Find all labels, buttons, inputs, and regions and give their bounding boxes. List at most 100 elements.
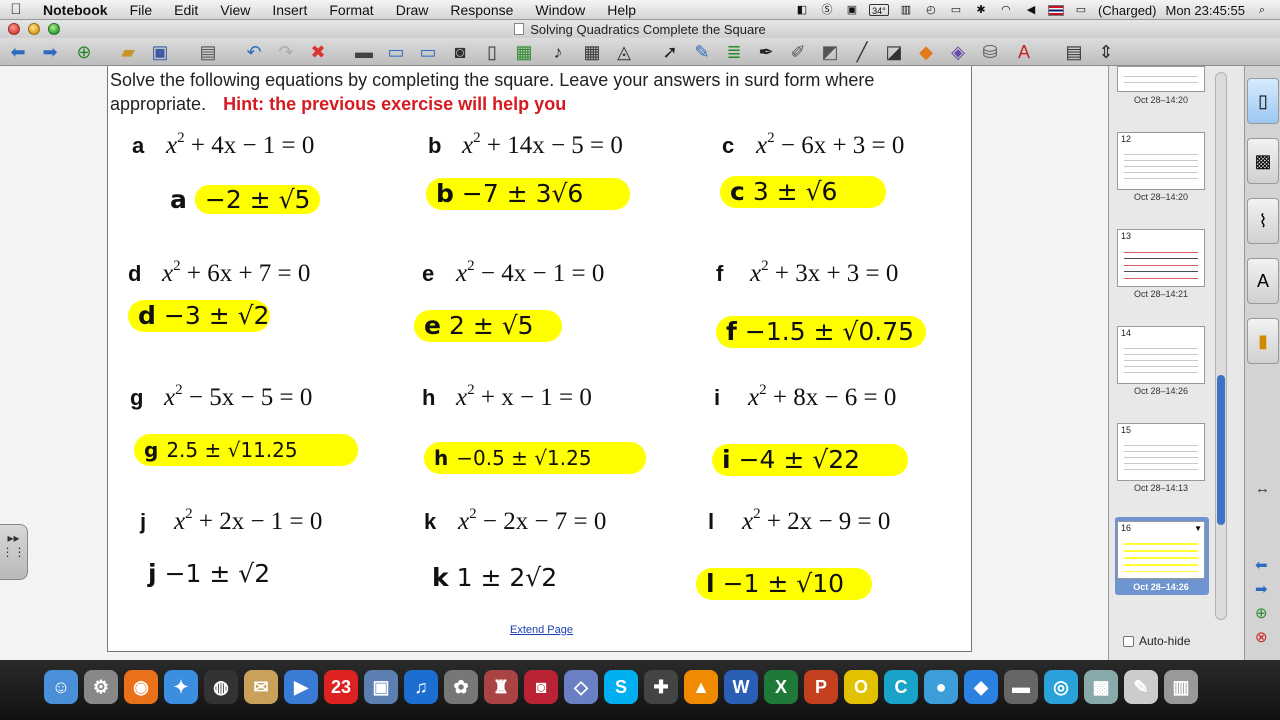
tab-page-sorter[interactable]: ▯ [1247, 78, 1279, 124]
problem-g[interactable]: g x2 − 5x − 5 = 0 [130, 382, 312, 412]
answer-i[interactable]: i −4 ± √22 [712, 444, 908, 476]
text-align-icon[interactable]: ≣ [722, 40, 746, 64]
problem-k[interactable]: k x2 − 2x − 7 = 0 [424, 506, 606, 536]
image-capture-icon[interactable]: ✿ [444, 670, 478, 704]
redo-icon[interactable]: ↷ [274, 40, 298, 64]
menu-draw[interactable]: Draw [385, 2, 440, 18]
measurement-icon[interactable]: ◬ [612, 40, 636, 64]
itunes-icon[interactable]: ♫ [404, 670, 438, 704]
zoom-window-button[interactable] [48, 23, 60, 35]
presentation-icon[interactable]: ▣ [844, 4, 860, 16]
answer-j[interactable]: j −1 ± √2 [138, 558, 280, 590]
tab-gallery[interactable]: ▩ [1247, 138, 1279, 184]
page-thumbnail-12[interactable]: 12 [1117, 132, 1205, 190]
problem-f[interactable]: f x2 + 3x + 3 = 0 [716, 258, 898, 288]
screen-capture-icon[interactable]: ◙ [448, 40, 472, 64]
menu-view[interactable]: View [209, 2, 261, 18]
page-thumbnail-16[interactable]: 16 ▼ [1117, 521, 1205, 579]
full-screen-icon[interactable]: ▭ [384, 40, 408, 64]
outlook-icon[interactable]: O [844, 670, 878, 704]
problem-d[interactable]: d x2 + 6x + 7 = 0 [128, 258, 310, 288]
extend-page-link[interactable]: Extend Page [510, 624, 573, 636]
x11-icon[interactable]: ✚ [644, 670, 678, 704]
answer-k[interactable]: k1 ± 2√2 [422, 562, 567, 594]
trash-icon[interactable]: ▥ [1164, 670, 1198, 704]
previous-page-icon[interactable]: ⬅ [6, 40, 30, 64]
word-icon[interactable]: W [724, 670, 758, 704]
answer-e[interactable]: e2 ± √5 [414, 310, 562, 342]
facetime-icon[interactable]: ▶ [284, 670, 318, 704]
answer-c[interactable]: c3 ± √6 [720, 176, 886, 208]
problem-b[interactable]: b x2 + 14x − 5 = 0 [428, 130, 623, 160]
collapse-panel-handle[interactable]: ▸▸ ⋮⋮ [0, 524, 28, 580]
display-icon[interactable]: ▭ [948, 4, 964, 16]
skype-icon[interactable]: S [604, 670, 638, 704]
spotlight-icon[interactable]: ⌕ [1254, 4, 1270, 16]
answer-d[interactable]: d −3 ± √2 [128, 300, 270, 332]
menu-response[interactable]: Response [439, 2, 524, 18]
skype-status-icon[interactable]: Ⓢ [819, 4, 835, 16]
scrollbar-thumb[interactable] [1217, 375, 1225, 525]
swap-sides-icon[interactable]: ↔ [1255, 480, 1270, 497]
close-window-button[interactable] [8, 23, 20, 35]
sound-icon[interactable]: ♪ [546, 40, 570, 64]
problem-c[interactable]: c x2 − 6x + 3 = 0 [722, 130, 904, 160]
shape-icon[interactable]: ◪ [882, 40, 906, 64]
dashboard-icon[interactable]: ◍ [204, 670, 238, 704]
previous-arrow-icon[interactable]: ⬅ [1255, 556, 1268, 574]
wifi-icon[interactable]: ◠ [998, 4, 1014, 16]
apple-menu-icon[interactable]:  [0, 1, 32, 18]
notebook-page[interactable]: Solve the following equations by complet… [107, 66, 972, 652]
menu-window[interactable]: Window [524, 2, 596, 18]
table-icon[interactable]: ▦ [580, 40, 604, 64]
problem-e[interactable]: e x2 − 4x − 1 = 0 [422, 258, 604, 288]
select-arrow-icon[interactable]: ➚ [658, 40, 682, 64]
stack-icon[interactable]: ◧ [794, 4, 810, 16]
battery-icon[interactable]: ▭ [1073, 4, 1089, 16]
problem-a[interactable]: a x2 + 4x − 1 = 0 [132, 130, 314, 160]
volume-icon[interactable]: ◀ [1023, 4, 1039, 16]
time-machine-icon[interactable]: ◴ [923, 4, 939, 16]
ical-icon[interactable]: 23 [324, 670, 358, 704]
clock[interactable]: Mon 23:45:55 [1165, 3, 1245, 18]
photo-booth-icon[interactable]: ◙ [524, 670, 558, 704]
minimize-window-button[interactable] [28, 23, 40, 35]
next-page-icon[interactable]: ➡ [38, 40, 62, 64]
blank-page-icon[interactable]: ▯ [480, 40, 504, 64]
paint-bucket-icon[interactable]: ⛁ [978, 40, 1002, 64]
menu-edit[interactable]: Edit [163, 2, 209, 18]
undo-icon[interactable]: ↶ [242, 40, 266, 64]
problem-h[interactable]: h x2 + x − 1 = 0 [422, 382, 592, 412]
geogebra-icon[interactable]: ◇ [564, 670, 598, 704]
system-preferences-icon[interactable]: ⚙ [84, 670, 118, 704]
paste-icon[interactable]: ▤ [196, 40, 220, 64]
pen-icon[interactable]: ✒ [754, 40, 778, 64]
menu-file[interactable]: File [119, 2, 164, 18]
delete-page-side-icon[interactable]: ⊗ [1255, 628, 1268, 646]
tab-attachments[interactable]: ⌇ [1247, 198, 1279, 244]
chess-icon[interactable]: ♜ [484, 670, 518, 704]
problem-l[interactable]: l x2 + 2x − 9 = 0 [708, 506, 890, 536]
answer-g[interactable]: g 2.5 ± √11.25 [134, 434, 358, 466]
battery-status[interactable]: (Charged) [1098, 3, 1157, 18]
answer-h[interactable]: h −0.5 ± √1.25 [424, 442, 646, 474]
creative-pen-icon[interactable]: ✐ [786, 40, 810, 64]
dropbox-icon[interactable]: ◆ [964, 670, 998, 704]
input-source-flag-icon[interactable] [1047, 4, 1064, 16]
sorter-scrollbar[interactable] [1215, 72, 1227, 620]
magic-pen-icon[interactable]: ✎ [690, 40, 714, 64]
open-folder-icon[interactable]: ▰ [116, 40, 140, 64]
temperature-badge[interactable]: 34° [868, 4, 889, 16]
next-arrow-icon[interactable]: ➡ [1255, 580, 1268, 598]
bluetooth-icon[interactable]: ✱ [973, 4, 989, 16]
menu-app-name[interactable]: Notebook [32, 2, 119, 18]
problem-i[interactable]: i x2 + 8x − 6 = 0 [714, 382, 896, 412]
thumbnail-menu-icon[interactable]: ▼ [1194, 524, 1202, 533]
tab-properties[interactable]: A [1247, 258, 1279, 304]
properties-icon[interactable]: ▤ [1062, 40, 1086, 64]
preview-icon[interactable]: ▩ [1084, 670, 1118, 704]
textedit-icon[interactable]: ✎ [1124, 670, 1158, 704]
dual-page-icon[interactable]: ▭ [416, 40, 440, 64]
iphoto-icon[interactable]: ▣ [364, 670, 398, 704]
clipboard-icon[interactable]: ▥ [898, 4, 914, 16]
